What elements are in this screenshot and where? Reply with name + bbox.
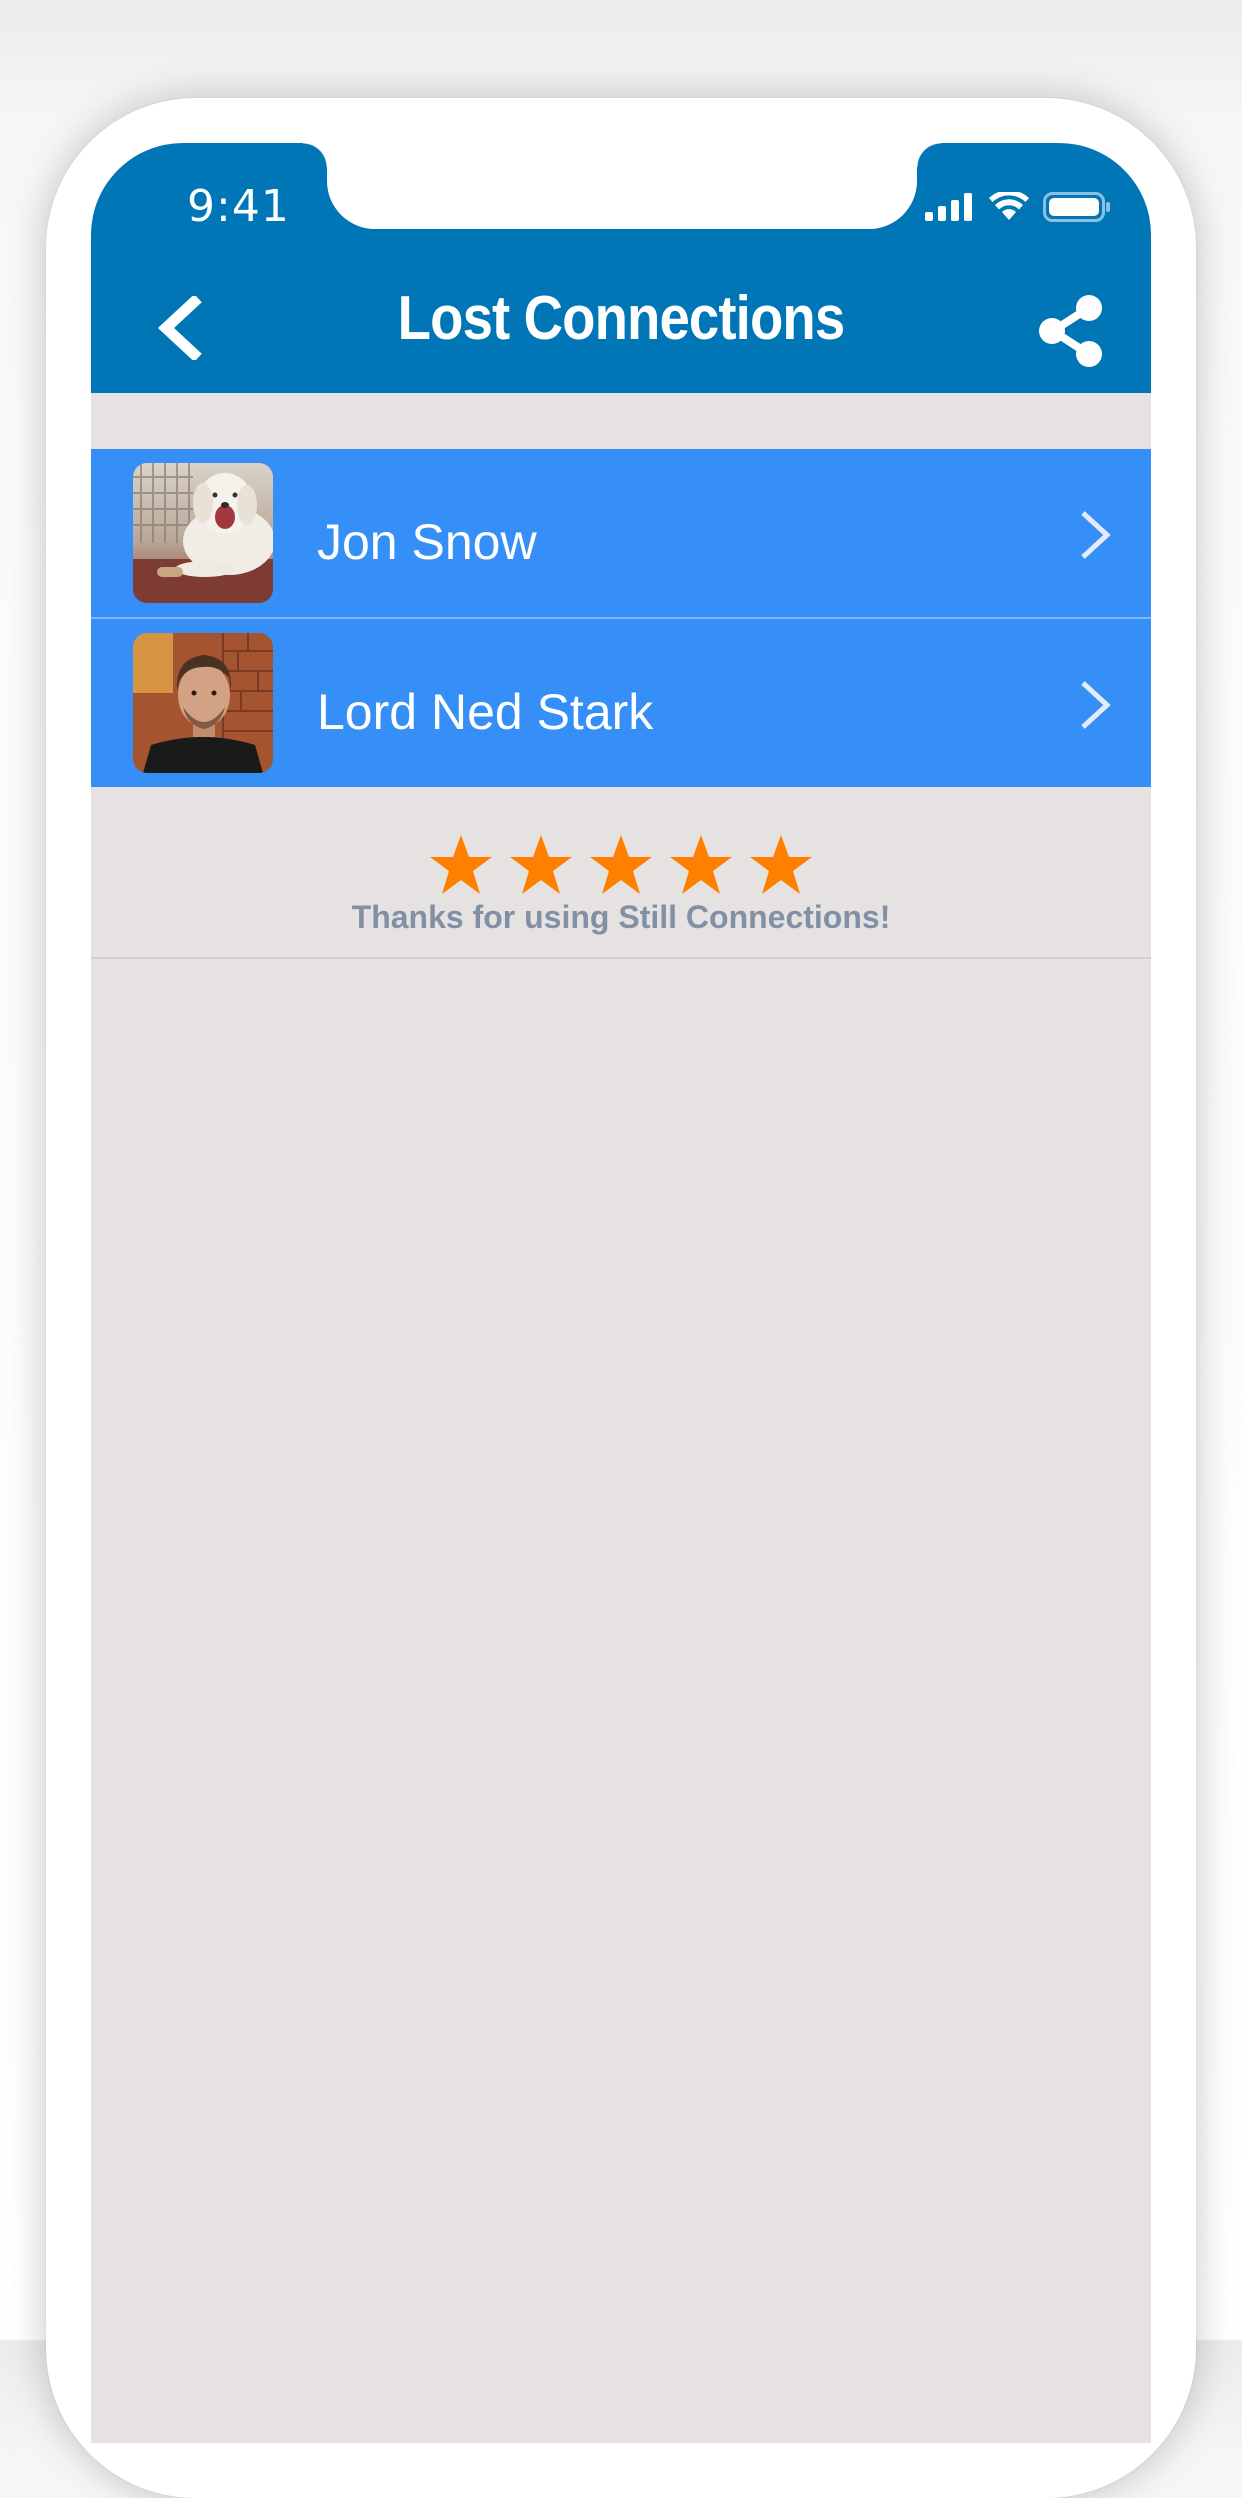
connection-name: Lord Ned Stark: [317, 684, 654, 740]
page-title: Lost Connections: [397, 284, 846, 353]
share-button[interactable]: [1035, 293, 1111, 369]
battery-icon: [1043, 192, 1110, 222]
star-icon[interactable]: [668, 833, 734, 897]
man-photo: [133, 633, 273, 773]
cellular-signal-icon: [925, 193, 972, 221]
star-icon[interactable]: [748, 833, 814, 897]
star-icon[interactable]: [428, 833, 494, 897]
rating-section: Thanks for using Still Connections!: [91, 833, 1151, 936]
share-icon: [1039, 295, 1102, 367]
device-notch: [303, 143, 941, 229]
dog-photo: [133, 463, 273, 603]
chevron-right-icon: [1081, 681, 1111, 729]
back-button[interactable]: [143, 283, 213, 373]
star-rating[interactable]: [91, 833, 1151, 897]
divider: [91, 957, 1151, 959]
list-item[interactable]: Jon Snow: [91, 449, 1151, 617]
status-icons: [925, 189, 1111, 225]
star-icon[interactable]: [588, 833, 654, 897]
app-screen: 9:41 Lost Connections Jon Snow Lord Ned …: [91, 143, 1151, 2443]
wifi-icon: [989, 192, 1029, 220]
avatar: [133, 633, 273, 773]
thanks-message: Thanks for using Still Connections!: [351, 899, 891, 935]
star-icon[interactable]: [508, 833, 574, 897]
connection-name: Jon Snow: [317, 514, 537, 570]
chevron-right-icon: [1081, 511, 1111, 559]
avatar: [133, 463, 273, 603]
connections-list: Jon Snow Lord Ned Stark: [91, 449, 1151, 787]
nav-bar: 9:41 Lost Connections: [91, 143, 1151, 393]
chevron-left-icon: [157, 296, 202, 360]
list-item[interactable]: Lord Ned Stark: [91, 617, 1151, 787]
status-time: 9:41: [187, 181, 290, 232]
